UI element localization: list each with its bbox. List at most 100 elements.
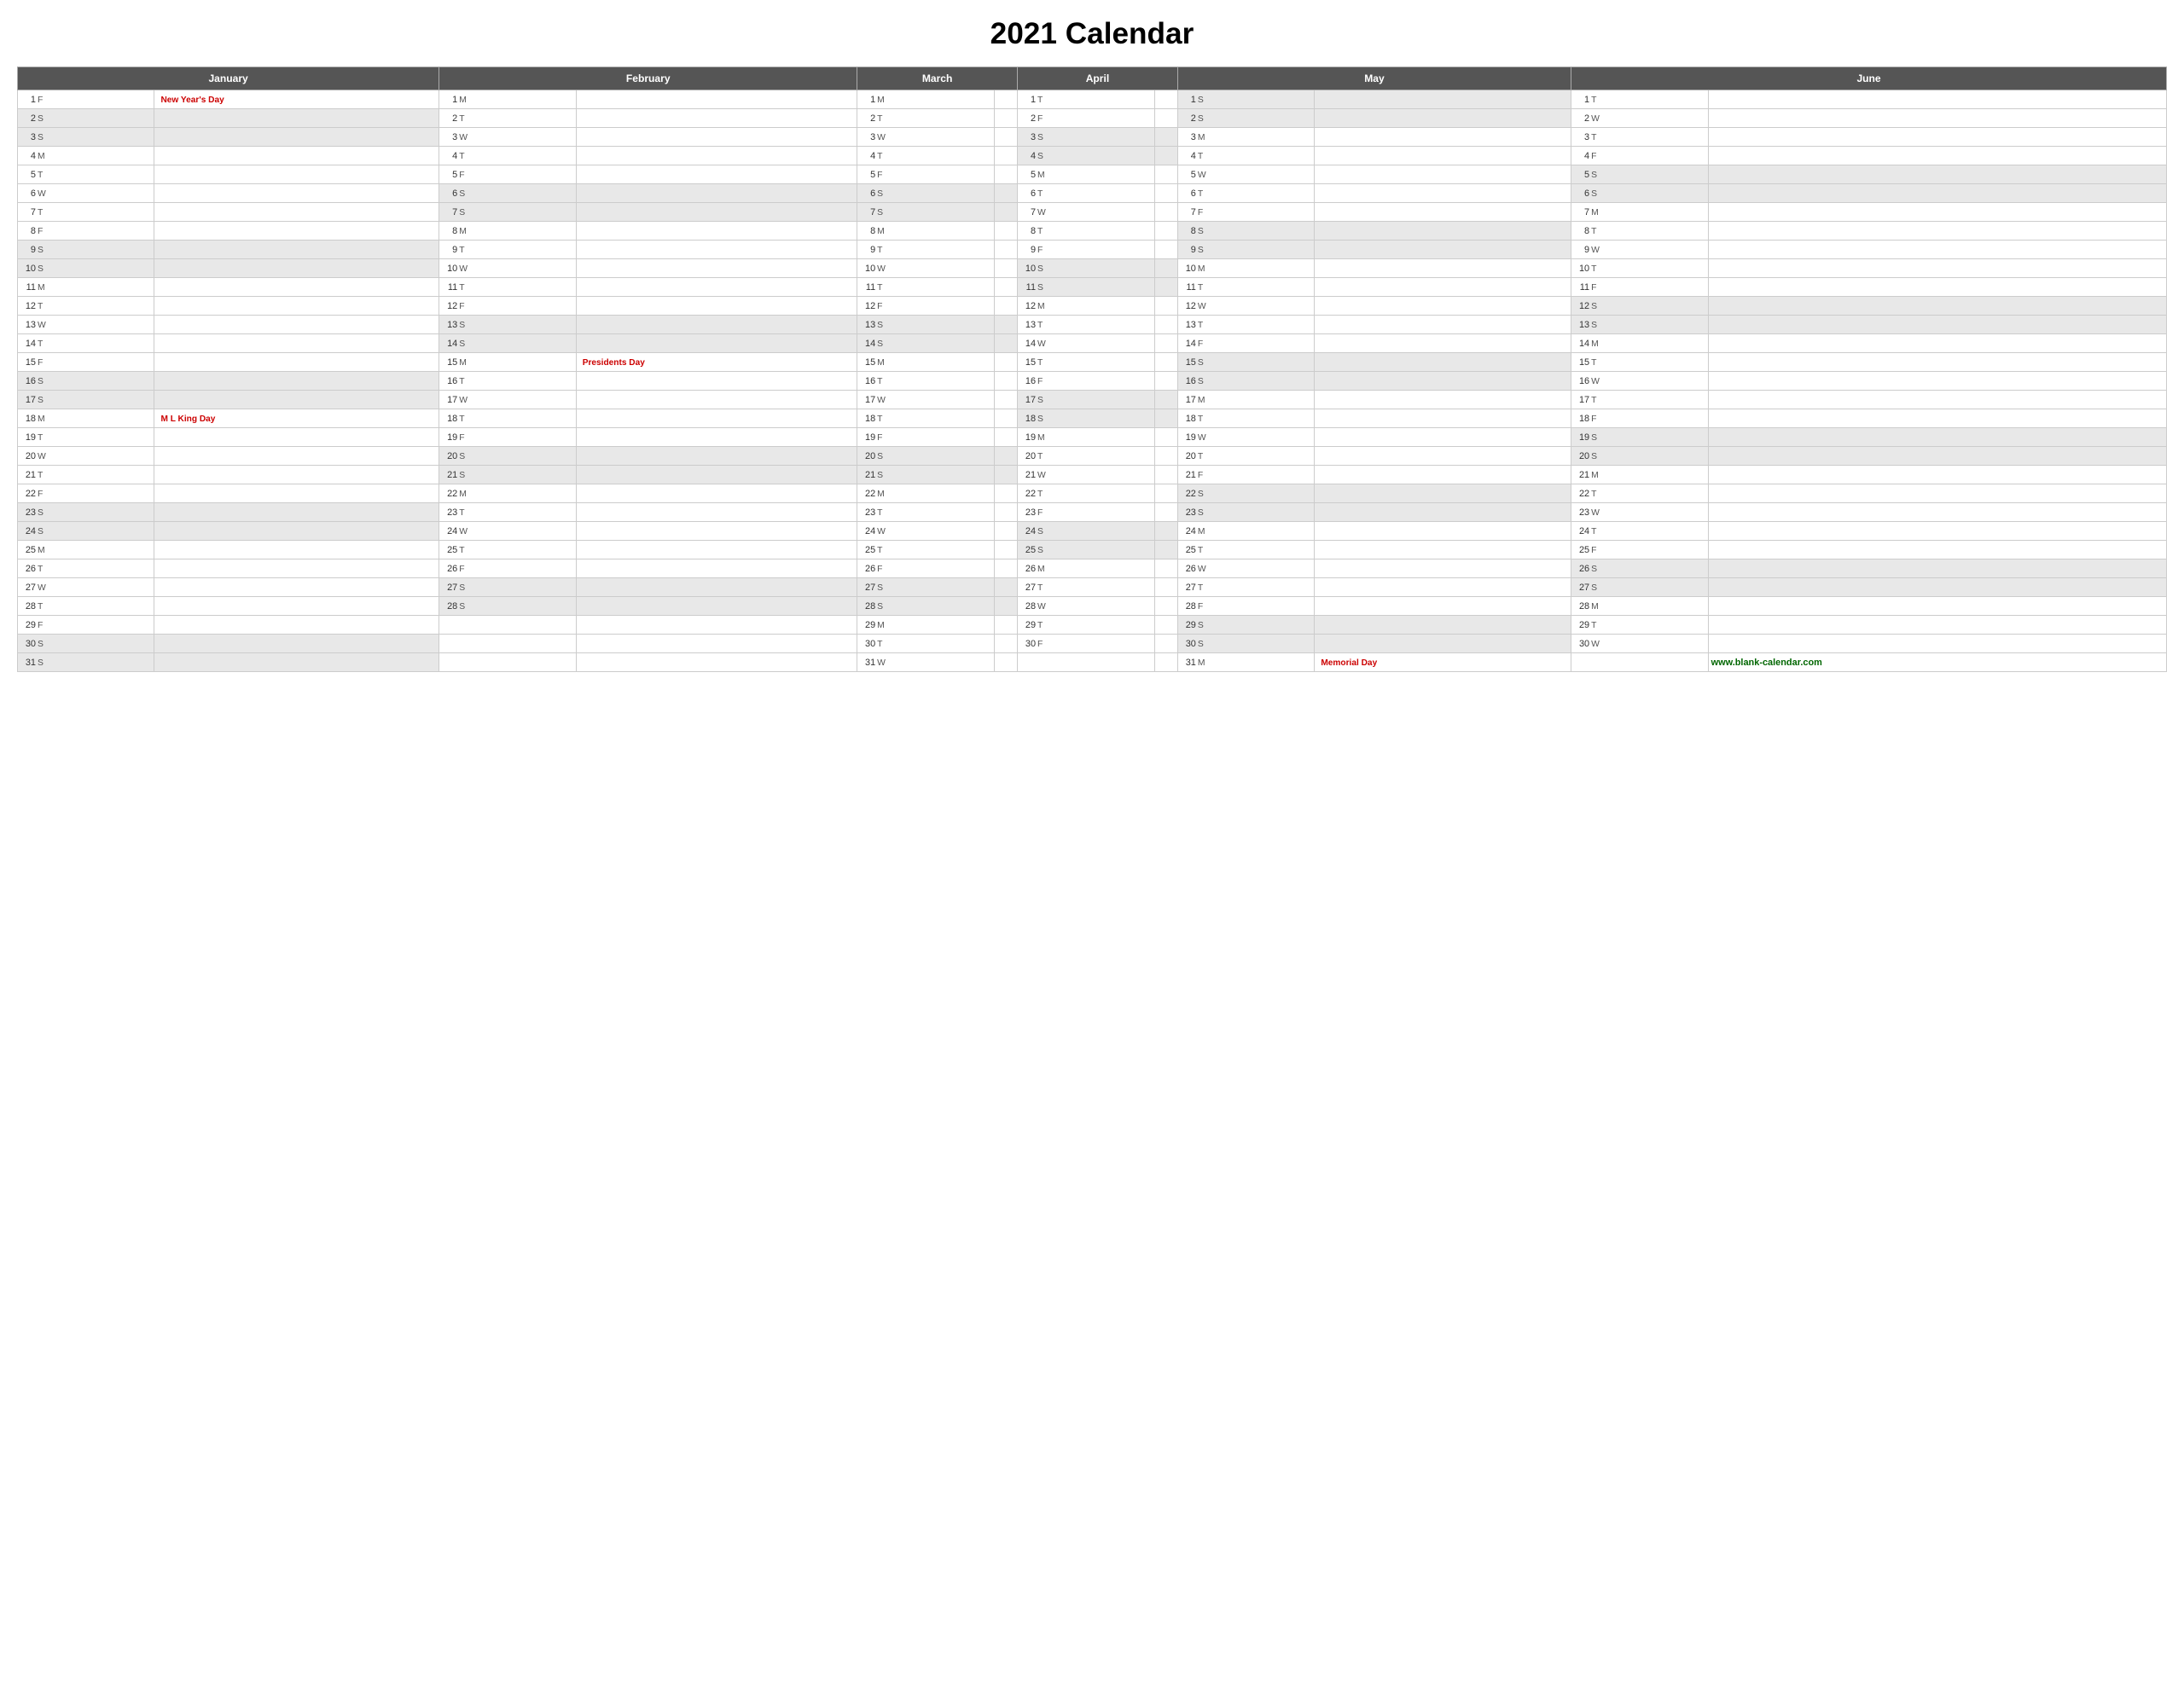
day-number: 25 bbox=[860, 545, 875, 555]
day-letter: S bbox=[38, 133, 49, 142]
day-number: 11 bbox=[442, 282, 457, 293]
day-num-cell: 8M bbox=[439, 222, 576, 241]
day-event-cell bbox=[154, 278, 439, 297]
day-number: 14 bbox=[860, 339, 875, 349]
day-number: 7 bbox=[1574, 207, 1589, 217]
day-letter: M bbox=[1198, 264, 1210, 274]
day-number: 16 bbox=[1020, 376, 1036, 386]
day-num-cell: 28M bbox=[1571, 597, 1708, 616]
day-num-cell: 29S bbox=[1177, 616, 1314, 635]
day-event-cell bbox=[1154, 297, 1177, 316]
day-num-cell: 10S bbox=[1018, 259, 1154, 278]
day-num-cell bbox=[439, 635, 576, 653]
day-event-cell bbox=[154, 109, 439, 128]
table-row: 27W27S27S27T27T27S bbox=[18, 578, 2167, 597]
day-event-cell bbox=[1708, 484, 2166, 503]
day-event-cell bbox=[154, 165, 439, 184]
day-number: 30 bbox=[860, 639, 875, 649]
day-letter: T bbox=[1037, 358, 1049, 368]
day-letter: S bbox=[38, 658, 49, 668]
day-num-cell: 6S bbox=[857, 184, 994, 203]
day-number: 13 bbox=[20, 320, 36, 330]
day-letter: T bbox=[459, 377, 471, 386]
day-number: 2 bbox=[20, 113, 36, 124]
day-event-cell bbox=[1708, 128, 2166, 147]
day-num-cell: 6S bbox=[439, 184, 576, 203]
day-number: 1 bbox=[1181, 95, 1196, 105]
day-num-cell: 29T bbox=[1018, 616, 1154, 635]
day-number: 2 bbox=[1020, 113, 1036, 124]
day-letter: T bbox=[1198, 283, 1210, 293]
day-num-cell: 4T bbox=[857, 147, 994, 165]
day-num-cell: 17S bbox=[18, 391, 154, 409]
day-letter: S bbox=[877, 208, 889, 217]
day-event-cell bbox=[994, 428, 1017, 447]
table-row: 30S30T30F30S30W bbox=[18, 635, 2167, 653]
day-number: 23 bbox=[1020, 507, 1036, 518]
day-event-cell bbox=[1708, 466, 2166, 484]
day-event-cell bbox=[1708, 203, 2166, 222]
day-number: 28 bbox=[1574, 601, 1589, 612]
table-row: 28T28S28S28W28F28M bbox=[18, 597, 2167, 616]
day-num-cell: 25T bbox=[857, 541, 994, 559]
day-letter: F bbox=[1198, 602, 1210, 612]
day-letter: W bbox=[1198, 433, 1210, 443]
day-num-cell: 26W bbox=[1177, 559, 1314, 578]
day-letter: T bbox=[1037, 490, 1049, 499]
day-number: 3 bbox=[1020, 132, 1036, 142]
day-letter: M bbox=[877, 490, 889, 499]
day-number: 16 bbox=[442, 376, 457, 386]
day-letter: M bbox=[1037, 302, 1049, 311]
day-event-cell bbox=[1154, 559, 1177, 578]
day-number: 10 bbox=[1574, 264, 1589, 274]
day-num-cell: 24W bbox=[439, 522, 576, 541]
day-number: 13 bbox=[442, 320, 457, 330]
day-event-cell bbox=[576, 466, 857, 484]
day-event-cell bbox=[154, 616, 439, 635]
day-letter: W bbox=[38, 321, 49, 330]
day-letter: F bbox=[1037, 640, 1049, 649]
day-num-cell: 19W bbox=[1177, 428, 1314, 447]
day-num-cell: 9S bbox=[18, 241, 154, 259]
day-event-cell bbox=[1154, 222, 1177, 241]
day-number: 10 bbox=[860, 264, 875, 274]
day-num-cell: 17W bbox=[857, 391, 994, 409]
day-num-cell: 2S bbox=[18, 109, 154, 128]
day-num-cell: 13T bbox=[1018, 316, 1154, 334]
day-event-cell bbox=[1708, 278, 2166, 297]
day-number: 20 bbox=[20, 451, 36, 461]
day-event-cell bbox=[994, 522, 1017, 541]
day-number: 28 bbox=[1020, 601, 1036, 612]
table-row: 12T12F12F12M12W12S bbox=[18, 297, 2167, 316]
day-num-cell: 11T bbox=[1177, 278, 1314, 297]
calendar-table: January February March April May June 1F… bbox=[17, 67, 2167, 672]
day-letter: T bbox=[38, 208, 49, 217]
day-num-cell: 1F bbox=[18, 90, 154, 109]
day-num-cell: 16W bbox=[1571, 372, 1708, 391]
day-number: 9 bbox=[860, 245, 875, 255]
day-number: 9 bbox=[1020, 245, 1036, 255]
day-number: 19 bbox=[1020, 432, 1036, 443]
day-number: 4 bbox=[20, 151, 36, 161]
day-num-cell: 8T bbox=[1018, 222, 1154, 241]
day-event-cell bbox=[994, 635, 1017, 653]
day-number: 11 bbox=[1020, 282, 1036, 293]
day-letter: T bbox=[1037, 227, 1049, 236]
day-letter: T bbox=[1037, 621, 1049, 630]
day-num-cell: 20T bbox=[1177, 447, 1314, 466]
day-letter: M bbox=[1037, 565, 1049, 574]
day-letter: F bbox=[1591, 283, 1603, 293]
day-num-cell: 21S bbox=[439, 466, 576, 484]
day-letter: S bbox=[877, 339, 889, 349]
day-num-cell: 7S bbox=[857, 203, 994, 222]
day-number: 23 bbox=[20, 507, 36, 518]
day-event-cell bbox=[1708, 109, 2166, 128]
day-letter: W bbox=[1591, 508, 1603, 518]
day-letter: S bbox=[1198, 621, 1210, 630]
day-event-cell bbox=[994, 372, 1017, 391]
day-event-cell bbox=[154, 259, 439, 278]
day-number: 21 bbox=[20, 470, 36, 480]
day-event-cell bbox=[576, 203, 857, 222]
day-num-cell: 31W bbox=[857, 653, 994, 672]
day-event-cell bbox=[1315, 409, 1571, 428]
